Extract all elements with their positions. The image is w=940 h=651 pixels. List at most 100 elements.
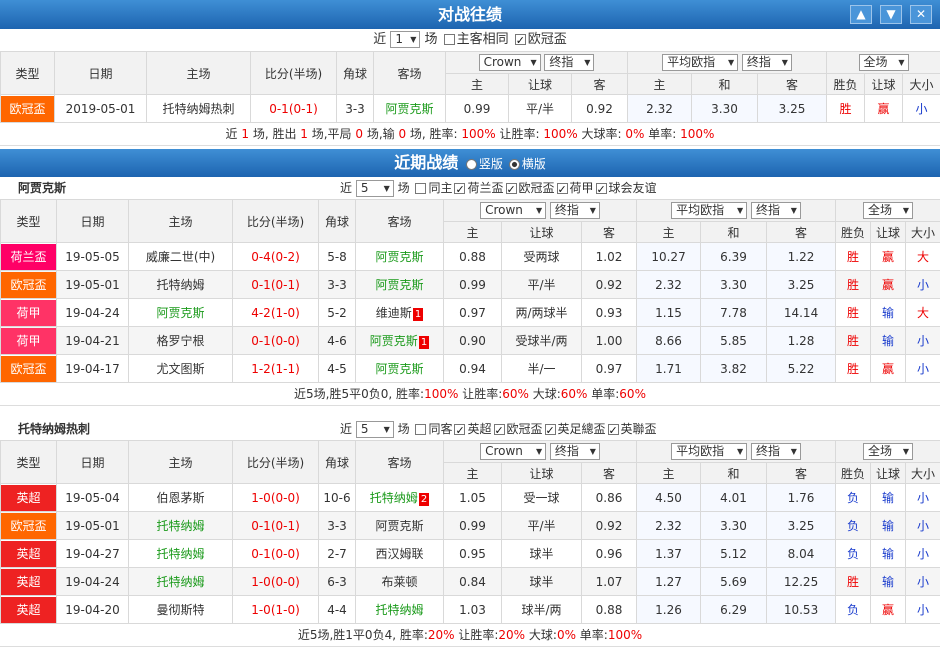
filter-checkbox[interactable] <box>454 179 466 201</box>
col-handicap: 让球 <box>501 221 582 243</box>
horizontal-radio[interactable] <box>508 159 520 170</box>
home-team[interactable]: 托特纳姆 <box>128 270 233 299</box>
match-score[interactable]: 1-0(1-0) <box>232 595 319 624</box>
result-win: 胜 <box>835 242 872 271</box>
league-tag[interactable]: 欧冠盃 <box>1 355 56 382</box>
recent-count-select[interactable]: 5 <box>355 421 394 438</box>
match-score[interactable]: 1-2(1-1) <box>232 354 319 383</box>
home-team[interactable]: 尤文图斯 <box>128 354 233 383</box>
away-team[interactable]: 阿贾克斯 <box>373 94 446 123</box>
ou-select[interactable]: 终指 <box>549 202 600 219</box>
avg-euro-select[interactable]: 平均欧指 <box>671 202 748 219</box>
match-score[interactable]: 1-0(0-0) <box>232 483 319 512</box>
away-team[interactable]: 阿贾克斯 <box>375 519 423 533</box>
home-team[interactable]: 托特纳姆 <box>128 511 233 540</box>
result-handicap: 输 <box>870 298 907 327</box>
full-time-select[interactable]: 全场 <box>863 202 914 219</box>
away-team[interactable]: 阿贾克斯 <box>370 334 418 348</box>
euro-away: 10.53 <box>766 595 837 624</box>
avg-euro-select[interactable]: 平均欧指 <box>662 54 739 71</box>
euro-away: 1.28 <box>766 326 837 355</box>
league-tag[interactable]: 英超 <box>1 484 56 511</box>
away-team[interactable]: 西汉姆联 <box>375 547 423 561</box>
match-score[interactable]: 4-2(1-0) <box>232 298 319 327</box>
league-tag[interactable]: 英超 <box>1 596 56 623</box>
recent-count-select[interactable]: 5 <box>355 180 394 197</box>
match-score[interactable]: 0-1(0-1) <box>232 270 319 299</box>
away-team[interactable]: 阿贾克斯 <box>375 362 423 376</box>
same-home-away-checkbox[interactable] <box>443 34 455 45</box>
col-win: 胜负 <box>826 73 866 95</box>
euro-ou-select[interactable]: 终指 <box>741 54 792 71</box>
home-team[interactable]: 格罗宁根 <box>128 326 233 355</box>
match-score[interactable]: 0-1(0-0) <box>232 326 319 355</box>
result-big-small: 小 <box>905 483 940 512</box>
col-handicap-result: 让球 <box>864 73 904 95</box>
close-icon[interactable]: ✕ <box>910 5 932 24</box>
ou-select[interactable]: 终指 <box>544 54 595 71</box>
away-team[interactable]: 布莱顿 <box>381 575 417 589</box>
home-team[interactable]: 阿贾克斯 <box>128 298 233 327</box>
filter-checkbox[interactable] <box>454 420 466 442</box>
league-tag[interactable]: 英超 <box>1 540 56 567</box>
home-team[interactable]: 托特纳姆 <box>128 567 233 596</box>
league-tag[interactable]: 欧冠盃 <box>1 95 54 122</box>
filter-label: 同主 <box>428 181 453 195</box>
league-tag[interactable]: 荷兰盃 <box>1 243 56 270</box>
away-cell: 西汉姆联 <box>355 539 444 568</box>
label-near: 近 <box>373 32 387 47</box>
match-score[interactable]: 1-0(0-0) <box>232 567 319 596</box>
filter-label: 球会友谊 <box>608 181 657 195</box>
home-team[interactable]: 托特纳姆热刺 <box>146 94 251 123</box>
crown-select[interactable]: Crown <box>480 443 547 460</box>
home-team[interactable]: 曼彻斯特 <box>128 595 233 624</box>
arrow-down-icon[interactable]: ▼ <box>880 5 902 24</box>
ucl-checkbox[interactable] <box>514 30 526 52</box>
match-score[interactable]: 0-1(0-0) <box>232 539 319 568</box>
filter-checkbox[interactable] <box>556 179 568 201</box>
crown-select[interactable]: Crown <box>480 202 547 219</box>
ou-select[interactable]: 终指 <box>549 443 600 460</box>
arrow-up-icon[interactable]: ▲ <box>850 5 872 24</box>
away-team[interactable]: 维迪斯 <box>376 306 412 320</box>
away-team[interactable]: 阿贾克斯 <box>375 250 423 264</box>
filter-checkbox[interactable] <box>415 183 427 194</box>
home-team[interactable]: 托特纳姆 <box>128 539 233 568</box>
league-tag[interactable]: 欧冠盃 <box>1 512 56 539</box>
euro-home: 1.27 <box>636 567 702 596</box>
home-team[interactable]: 威廉二世(中) <box>128 242 233 271</box>
corner-score: 5-8 <box>318 242 356 271</box>
euro-ou-select[interactable]: 终指 <box>750 202 801 219</box>
euro-away: 14.14 <box>766 298 837 327</box>
same-home-away-label: 主客相同 <box>456 32 509 47</box>
league-tag[interactable]: 英超 <box>1 568 56 595</box>
match-score[interactable]: 0-4(0-2) <box>232 242 319 271</box>
league-tag[interactable]: 荷甲 <box>1 327 56 354</box>
away-team[interactable]: 阿贾克斯 <box>375 278 423 292</box>
col-big-small: 大小 <box>905 462 940 484</box>
h2h-count-select[interactable]: 1 <box>390 31 421 48</box>
league-tag[interactable]: 欧冠盃 <box>1 271 56 298</box>
home-team[interactable]: 伯恩茅斯 <box>128 483 233 512</box>
league-tag[interactable]: 荷甲 <box>1 299 56 326</box>
corner-score: 3-3 <box>336 94 374 123</box>
full-time-select[interactable]: 全场 <box>858 54 909 71</box>
filter-checkbox[interactable] <box>595 179 607 201</box>
filter-checkbox[interactable] <box>607 420 619 442</box>
result-big-small: 大 <box>905 242 940 271</box>
crown-select[interactable]: Crown <box>478 54 541 71</box>
away-team[interactable]: 托特纳姆 <box>375 603 423 617</box>
euro-ou-select[interactable]: 终指 <box>750 443 801 460</box>
filter-checkbox[interactable] <box>493 420 505 442</box>
away-team[interactable]: 托特纳姆 <box>370 491 418 505</box>
match-score[interactable]: 0-1(0-1) <box>232 511 319 540</box>
filter-checkbox[interactable] <box>505 179 517 201</box>
vertical-radio[interactable] <box>465 159 477 170</box>
match-score[interactable]: 0-1(0-1) <box>250 94 337 123</box>
odds-home: 0.88 <box>443 242 502 271</box>
filter-checkbox[interactable] <box>544 420 556 442</box>
col-date: 日期 <box>56 440 129 484</box>
filter-checkbox[interactable] <box>415 424 427 435</box>
full-time-select[interactable]: 全场 <box>863 443 914 460</box>
avg-euro-select[interactable]: 平均欧指 <box>671 443 748 460</box>
